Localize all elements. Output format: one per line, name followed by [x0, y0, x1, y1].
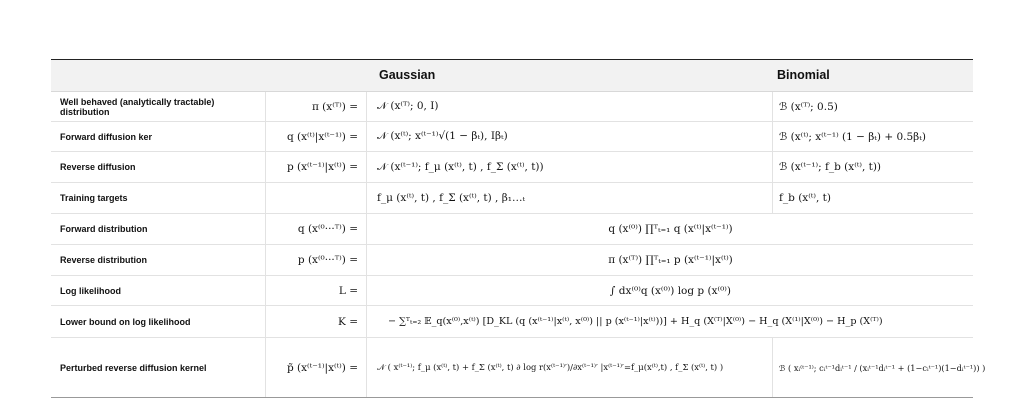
row-symbol: q (x⁽ᵗ⁾|x⁽ᵗ⁻¹⁾) = — [286, 130, 358, 143]
table-row: Perturbed reverse diffusion kernel p̃ (x… — [51, 338, 985, 397]
header-binomial: Binomial — [777, 68, 830, 82]
table-row: Reverse distribution p (x⁽⁰···ᵀ⁾) = π (x… — [51, 245, 973, 276]
shared-formula: q (x⁽⁰⁾) ∏ᵀₜ₌₁ q (x⁽ᵗ⁾|x⁽ᵗ⁻¹⁾) — [608, 223, 733, 235]
binomial-formula: ℬ (x⁽ᵗ⁾; x⁽ᵗ⁻¹⁾ (1 − βₜ) + 0.5βₜ) — [779, 130, 926, 143]
bottom-rule — [51, 397, 973, 398]
row-label: Forward diffusion ker — [60, 131, 153, 142]
row-label: Training targets — [60, 193, 128, 203]
row-symbol: p (x⁽ᵗ⁻¹⁾|x⁽ᵗ⁾) = — [286, 161, 358, 173]
table-row: Lower bound on log likelihood K = − ∑ᵀₜ₌… — [51, 306, 973, 338]
row-label: Perturbed reverse diffusion kernel — [60, 362, 207, 373]
table-header: Gaussian Binomial — [51, 60, 973, 92]
gaussian-formula: 𝒩 (x⁽ᵗ⁻¹⁾; f_μ (x⁽ᵗ⁾, t) , f_Σ (x⁽ᵗ⁾, t)… — [377, 160, 544, 173]
row-label: Lower bound on log likelihood — [60, 316, 191, 327]
binomial-formula: ℬ (x⁽ᵗ⁻¹⁾; f_b (x⁽ᵗ⁾, t)) — [779, 161, 882, 173]
shared-formula: π (x⁽ᵀ⁾) ∏ᵀₜ₌₁ p (x⁽ᵗ⁻¹⁾|x⁽ᵗ⁾) — [608, 254, 733, 266]
row-symbol: L = — [338, 284, 358, 297]
gaussian-formula: 𝒩 (x⁽ᵀ⁾; 0, I) — [377, 100, 439, 112]
table-row: Training targets f_μ (x⁽ᵗ⁾, t) , f_Σ (x⁽… — [51, 183, 973, 214]
row-label: Reverse diffusion — [60, 162, 136, 172]
table-row: Reverse diffusion p (x⁽ᵗ⁻¹⁾|x⁽ᵗ⁾) = 𝒩 (x… — [51, 152, 973, 183]
gaussian-formula: 𝒩 (x⁽ᵗ⁾; x⁽ᵗ⁻¹⁾√(1 − βₜ), Iβₜ) — [377, 130, 508, 142]
table-row: Forward diffusion ker q (x⁽ᵗ⁾|x⁽ᵗ⁻¹⁾) = … — [51, 122, 973, 152]
table-row: Well behaved (analytically tractable) di… — [51, 92, 973, 122]
row-symbol: π (x⁽ᵀ⁾) = — [311, 100, 358, 113]
row-symbol: K = — [338, 315, 358, 328]
binomial-formula: ℬ ( xᵢ⁽ᵗ⁻¹⁾; cᵢᵗ⁻¹dᵢᵗ⁻¹ / (xᵢᵗ⁻¹dᵢᵗ⁻¹ + … — [779, 362, 986, 373]
gaussian-formula: 𝒩 ( x⁽ᵗ⁻¹⁾; f_μ (x⁽ᵗ⁾, t) + f_Σ (x⁽ᵗ⁾, t… — [377, 362, 724, 372]
shared-formula: − ∑ᵀₜ₌₂ 𝔼_q(x⁽⁰⁾,x⁽ᵗ⁾) [D_KL (q (x⁽ᵗ⁻¹⁾|… — [388, 316, 883, 327]
row-symbol: p̃ (x⁽ᵗ⁻¹⁾|x⁽ᵗ⁾) = — [286, 361, 358, 374]
row-symbol: p (x⁽⁰···ᵀ⁾) = — [297, 254, 358, 266]
row-symbol: q (x⁽⁰···ᵀ⁾) = — [297, 223, 358, 235]
binomial-formula: f_b (x⁽ᵗ⁾, t) — [779, 192, 831, 204]
row-label: Well behaved (analytically tractable) di… — [60, 96, 215, 117]
row-label: Log likelihood — [60, 285, 121, 296]
header-gaussian: Gaussian — [379, 68, 436, 82]
binomial-formula: ℬ (x⁽ᵀ⁾; 0.5) — [779, 100, 838, 113]
row-label: Reverse distribution — [60, 255, 148, 265]
table-row: Forward distribution q (x⁽⁰···ᵀ⁾) = q (x… — [51, 214, 973, 245]
gaussian-formula: f_μ (x⁽ᵗ⁾, t) , f_Σ (x⁽ᵗ⁾, t) , β₁…ₜ — [377, 192, 526, 204]
table-row: Log likelihood L = ∫ dx⁽⁰⁾q (x⁽⁰⁾) log p… — [51, 276, 973, 306]
comparison-table: Gaussian Binomial Well behaved (analytic… — [51, 59, 985, 398]
shared-formula: ∫ dx⁽⁰⁾q (x⁽⁰⁾) log p (x⁽⁰⁾) — [610, 284, 731, 297]
row-label: Forward distribution — [60, 224, 148, 234]
